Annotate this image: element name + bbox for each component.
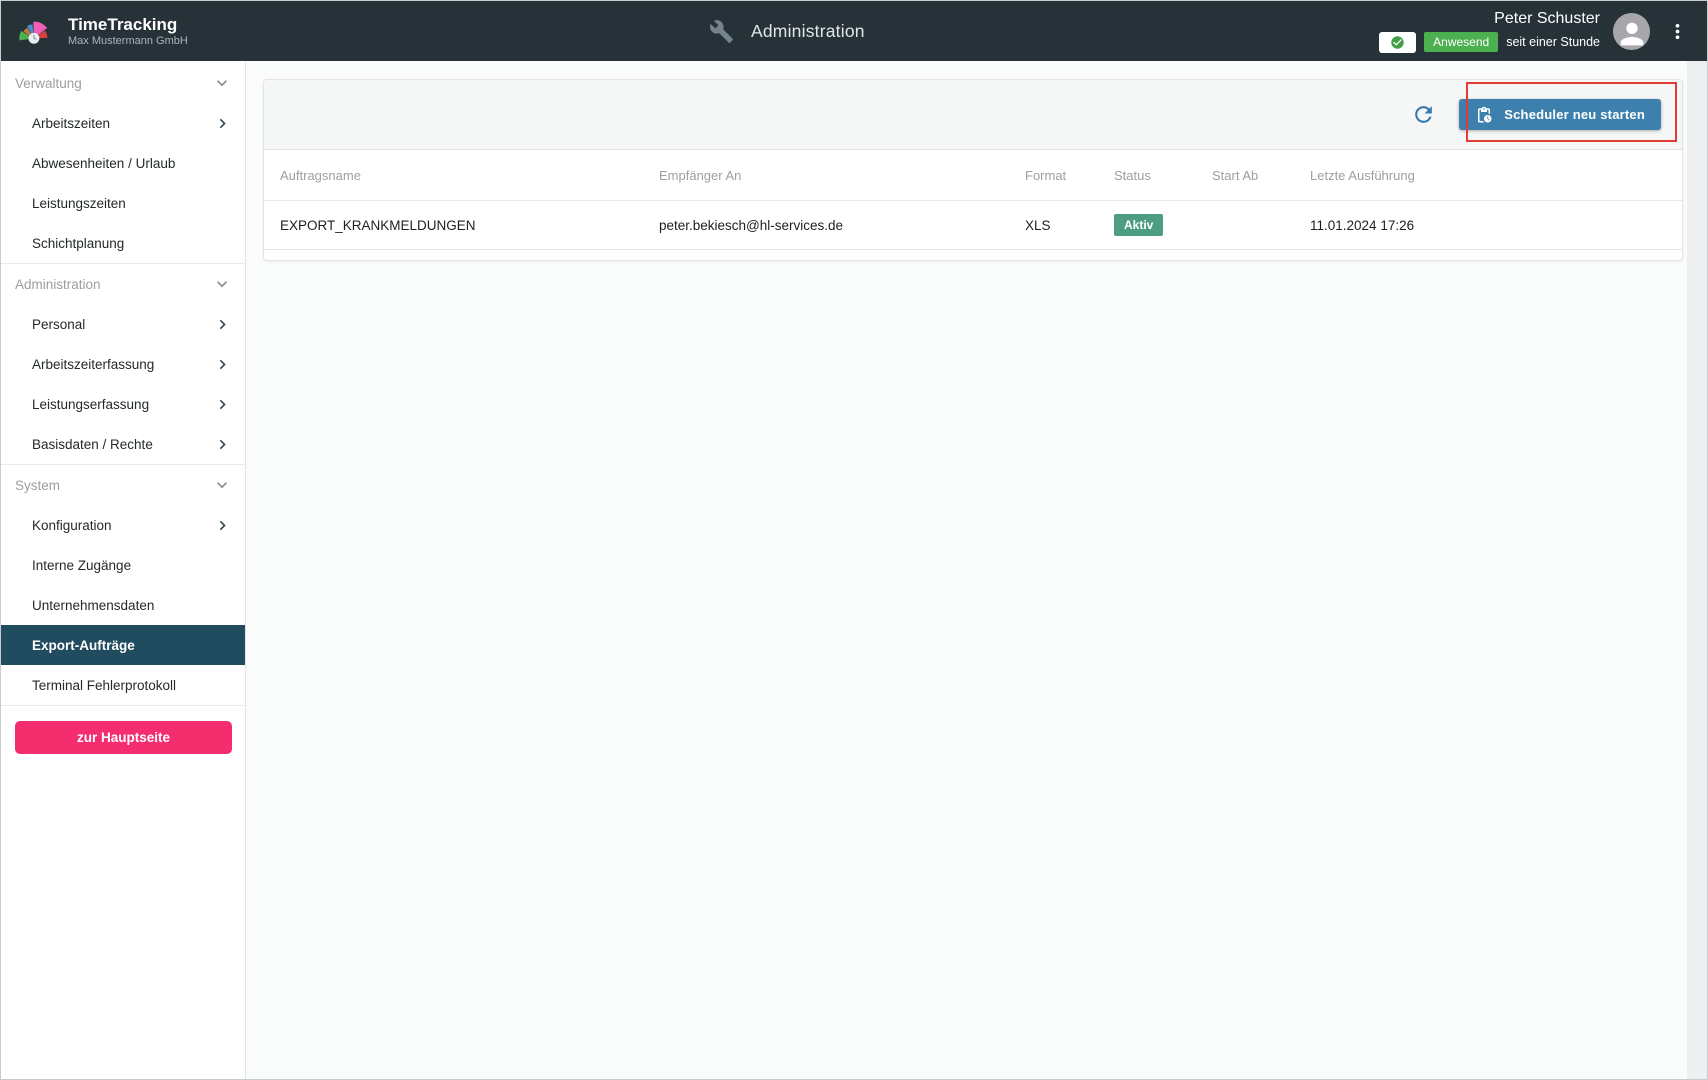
body-row: Verwaltung Arbeitszeiten Abwesenheiten / U… — [1, 61, 1707, 1079]
sidebar-item-abwesenheiten-urlaub[interactable]: Abwesenheiten / Urlaub — [1, 143, 245, 183]
page-heading: Administration — [709, 1, 865, 61]
chevron-right-icon — [213, 315, 232, 334]
user-name: Peter Schuster — [1494, 10, 1600, 28]
status-badge: Aktiv — [1114, 214, 1163, 236]
scrollbar-track — [1687, 61, 1707, 1079]
timetracking-logo-icon — [15, 8, 57, 54]
sidebar-item-label: Basisdaten / Rechte — [32, 437, 153, 452]
presence-badge: Anwesend — [1424, 32, 1498, 52]
column-header-status: Status — [1098, 168, 1196, 183]
sidebar-item-interne-zug-nge[interactable]: Interne Zugänge — [1, 545, 245, 585]
sidebar-item-label: Abwesenheiten / Urlaub — [32, 156, 175, 171]
sidebar-item-schichtplanung[interactable]: Schichtplanung — [1, 223, 245, 263]
topbar-user-area: Peter Schuster Anwesend seit einer Stund… — [1379, 10, 1691, 53]
table-body: EXPORT_KRANKMELDUNGENpeter.bekiesch@hl-s… — [264, 200, 1682, 250]
chevron-right-icon — [213, 355, 232, 374]
app-window: TimeTracking Max Mustermann GmbH Adminis… — [0, 0, 1708, 1080]
more-menu-button[interactable] — [1663, 14, 1691, 48]
sidebar-item-unternehmensdaten[interactable]: Unternehmensdaten — [1, 585, 245, 625]
company-name: Max Mustermann GmbH — [68, 35, 188, 49]
sidebar-item-konfiguration[interactable]: Konfiguration — [1, 505, 245, 545]
app-title: TimeTracking — [68, 14, 188, 35]
sidebar-item-arbeitszeiterfassung[interactable]: Arbeitszeiterfassung — [1, 344, 245, 384]
column-header-format: Format — [1009, 168, 1098, 183]
sidebar-item-label: Interne Zugänge — [32, 558, 131, 573]
kebab-menu-icon — [1666, 20, 1689, 43]
cell-last_run: 11.01.2024 17:26 — [1294, 218, 1682, 233]
sidebar-section-system[interactable]: System — [1, 465, 245, 505]
content-area: Scheduler neu starten AuftragsnameEmpfän… — [246, 61, 1687, 1079]
cell-recipient: peter.bekiesch@hl-services.de — [643, 218, 1009, 233]
home-button[interactable]: zur Hauptseite — [15, 721, 232, 754]
app-brand: TimeTracking Max Mustermann GmbH — [15, 8, 188, 54]
column-header-empf-nger-an: Empfänger An — [643, 168, 1009, 183]
sidebar-item-label: Leistungserfassung — [32, 397, 149, 412]
sidebar-item-label: Konfiguration — [32, 518, 112, 533]
sidebar-item-basisdaten-rechte[interactable]: Basisdaten / Rechte — [1, 424, 245, 464]
restart-scheduler-label: Scheduler neu starten — [1504, 107, 1645, 122]
avatar[interactable] — [1613, 13, 1650, 50]
check-circle-icon — [1390, 35, 1405, 50]
person-icon — [1615, 17, 1649, 50]
sidebar-item-label: Personal — [32, 317, 85, 332]
page-title: Administration — [751, 21, 865, 42]
sidebar-section-verwaltung[interactable]: Verwaltung — [1, 63, 245, 103]
sidebar-item-terminal-fehlerprotokoll[interactable]: Terminal Fehlerprotokoll — [1, 665, 245, 705]
sidebar-item-label: Arbeitszeiterfassung — [32, 357, 154, 372]
restart-scheduler-button[interactable]: Scheduler neu starten — [1459, 99, 1661, 130]
column-header-letzte-ausf-hrung: Letzte Ausführung — [1294, 168, 1682, 183]
sidebar-item-leistungserfassung[interactable]: Leistungserfassung — [1, 384, 245, 424]
sidebar-divider — [1, 705, 245, 706]
user-info: Peter Schuster Anwesend seit einer Stund… — [1379, 10, 1600, 53]
cell-name: EXPORT_KRANKMELDUNGEN — [264, 218, 643, 233]
column-header-start-ab: Start Ab — [1196, 168, 1294, 183]
table-header-row: AuftragsnameEmpfänger AnFormatStatusStar… — [264, 150, 1682, 200]
chevron-down-icon — [212, 475, 232, 495]
refresh-icon — [1411, 102, 1436, 127]
chevron-down-icon — [212, 73, 232, 93]
cell-format: XLS — [1009, 218, 1098, 233]
sidebar-item-label: Unternehmensdaten — [32, 598, 154, 613]
chevron-down-icon — [212, 274, 232, 294]
section-label: System — [15, 478, 60, 493]
export-jobs-card: Scheduler neu starten AuftragsnameEmpfän… — [263, 79, 1683, 261]
sidebar: Verwaltung Arbeitszeiten Abwesenheiten / U… — [1, 61, 246, 1079]
sidebar-item-arbeitszeiten[interactable]: Arbeitszeiten — [1, 103, 245, 143]
sidebar-item-label: Arbeitszeiten — [32, 116, 110, 131]
sidebar-item-label: Schichtplanung — [32, 236, 124, 251]
section-label: Verwaltung — [15, 76, 82, 91]
sidebar-item-label: Export-Aufträge — [32, 638, 135, 653]
section-label: Administration — [15, 277, 101, 292]
presence-row: Anwesend seit einer Stunde — [1379, 32, 1600, 53]
sidebar-section-administration[interactable]: Administration — [1, 264, 245, 304]
chevron-right-icon — [213, 435, 232, 454]
cell-status: Aktiv — [1098, 214, 1196, 236]
sidebar-item-label: Terminal Fehlerprotokoll — [32, 678, 176, 693]
column-header-auftragsname: Auftragsname — [264, 168, 643, 183]
sidebar-nav: Verwaltung Arbeitszeiten Abwesenheiten / U… — [1, 63, 245, 706]
topbar: TimeTracking Max Mustermann GmbH Adminis… — [1, 1, 1707, 61]
brand-text: TimeTracking Max Mustermann GmbH — [68, 14, 188, 49]
wrench-icon — [709, 19, 734, 44]
sidebar-item-leistungszeiten[interactable]: Leistungszeiten — [1, 183, 245, 223]
pending-actions-icon — [1475, 106, 1493, 124]
card-toolbar: Scheduler neu starten — [264, 80, 1682, 150]
chevron-right-icon — [213, 516, 232, 535]
sidebar-item-label: Leistungszeiten — [32, 196, 126, 211]
sidebar-item-export-auftr-ge[interactable]: Export-Aufträge — [1, 625, 245, 665]
main-area: Scheduler neu starten AuftragsnameEmpfän… — [246, 61, 1707, 1079]
chevron-right-icon — [213, 395, 232, 414]
refresh-button[interactable] — [1410, 101, 1437, 128]
table-row[interactable]: EXPORT_KRANKMELDUNGENpeter.bekiesch@hl-s… — [264, 200, 1682, 250]
presence-since: seit einer Stunde — [1506, 35, 1600, 49]
chevron-right-icon — [213, 114, 232, 133]
check-chip — [1379, 32, 1416, 53]
sidebar-item-personal[interactable]: Personal — [1, 304, 245, 344]
